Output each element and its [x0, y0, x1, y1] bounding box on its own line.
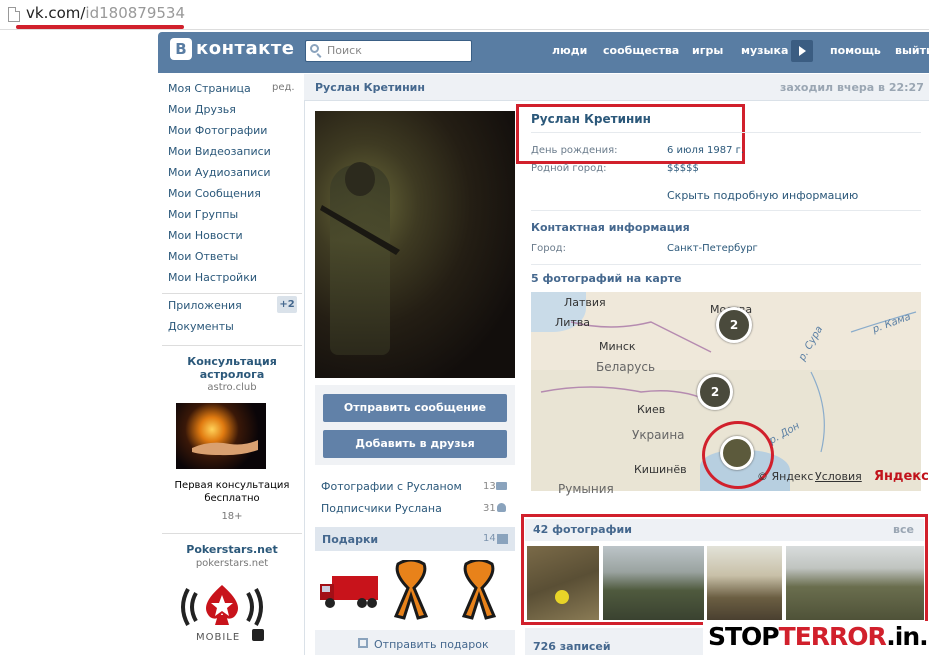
menu-news[interactable]: Мои Новости [168, 229, 243, 242]
contact-title: Контактная информация [531, 221, 690, 234]
followers-count: 31 [483, 503, 496, 514]
followers-link[interactable]: Подписчики Руслана [321, 502, 442, 515]
ad-title-line2[interactable]: астролога [162, 368, 302, 381]
map-cluster-marker[interactable]: 2 [716, 307, 752, 343]
map-label-ukraine: Украина [632, 428, 685, 442]
photos-with-count: 13 [483, 481, 496, 492]
last-seen-status: заходил вчера в 22:27 [780, 81, 924, 94]
gift-truck-icon[interactable] [318, 572, 380, 610]
birthday-label: День рождения: [531, 145, 618, 156]
send-gift-label[interactable]: Отправить подарок [374, 638, 489, 651]
photo-thumbnail[interactable] [707, 546, 782, 620]
nav-music[interactable]: музыка [741, 44, 788, 57]
menu-groups[interactable]: Мои Группы [168, 208, 238, 221]
ad-text-line2: бесплатно [204, 493, 260, 504]
play-icon[interactable] [791, 40, 813, 62]
ad-poker-title[interactable]: Pokerstars.net [162, 543, 302, 556]
nav-communities[interactable]: сообщества [603, 44, 679, 57]
hometown-label: Родной город: [531, 163, 607, 174]
yandex-logo[interactable]: Яндекс [874, 469, 929, 484]
search-placeholder: Поиск [327, 44, 362, 57]
posts-title[interactable]: 726 записей [533, 640, 611, 653]
poker-mobile-label: MOBILE [196, 632, 241, 643]
menu-messages[interactable]: Мои Сообщения [168, 187, 261, 200]
gift-box-icon [358, 638, 368, 648]
city-value[interactable]: Санкт-Петербург [667, 243, 758, 254]
gift-ribbon-icon[interactable] [390, 560, 432, 620]
ad-divider-2 [162, 533, 302, 534]
menu-my-page[interactable]: Моя Страница [168, 82, 251, 95]
profile-header-name: Руслан Кретинин [315, 81, 425, 94]
map-label-lithuania: Литва [555, 316, 591, 329]
photos-all-link[interactable]: все [893, 523, 914, 536]
hometown-value[interactable]: $$$$$ [667, 163, 699, 174]
map-label-minsk: Минск [599, 340, 636, 353]
menu-photos[interactable]: Мои Фотографии [168, 124, 267, 137]
birthday-value[interactable]: 6 июля 1987 г. [667, 145, 744, 156]
edit-link[interactable]: ред. [272, 82, 295, 93]
column-divider [304, 74, 305, 655]
ad-domain: astro.club [207, 382, 257, 393]
menu-settings[interactable]: Мои Настройки [168, 271, 257, 284]
users-icon [497, 503, 506, 512]
map-title[interactable]: 5 фотографий на карте [531, 272, 682, 285]
menu-documents[interactable]: Документы [168, 320, 234, 333]
url-text[interactable]: vk.com/id180879534 [26, 4, 185, 22]
nav-games[interactable]: игры [692, 44, 723, 57]
map-copyright: © Яндекс [757, 470, 814, 483]
menu-friends[interactable]: Мои Друзья [168, 103, 236, 116]
photo-thumbnail[interactable] [603, 546, 704, 620]
map-terms-link[interactable]: Условия [815, 470, 862, 483]
gift-ribbon-icon[interactable] [458, 560, 500, 620]
city-label: Город: [531, 243, 566, 254]
watermark-logo: STOPTERROR.in.ua [708, 622, 929, 651]
camera-icon [496, 482, 507, 490]
menu-answers[interactable]: Мои Ответы [168, 250, 238, 263]
add-friend-button[interactable]: Добавить в друзья [323, 430, 507, 458]
menu-apps[interactable]: Приложения [168, 299, 242, 312]
photos-title[interactable]: 42 фотографии [533, 523, 632, 536]
photos-with-link[interactable]: Фотографии с Русланом [321, 480, 462, 493]
map-label-kyiv: Киев [637, 403, 666, 416]
nav-help[interactable]: помощь [830, 44, 881, 57]
highlight-underline [16, 25, 184, 29]
gift-icon [497, 534, 508, 544]
menu-videos[interactable]: Мои Видеозаписи [168, 145, 271, 158]
map-label-romania: Румыния [558, 482, 614, 496]
ad-text: Первая консультация [174, 480, 290, 491]
map-cluster-marker[interactable]: 2 [697, 374, 733, 410]
nav-logout[interactable]: выйти [895, 44, 929, 57]
ad-title[interactable]: Консультация [162, 355, 302, 368]
menu-divider [162, 293, 302, 294]
map-label-belarus: Беларусь [596, 360, 656, 374]
send-message-button[interactable]: Отправить сообщение [323, 394, 507, 422]
gifts-title[interactable]: Подарки [322, 533, 378, 546]
ad-age: 18+ [221, 511, 243, 522]
profile-name: Руслан Кретинин [531, 112, 651, 126]
apps-badge[interactable]: +2 [277, 296, 297, 313]
map-label-latvia: Латвия [564, 296, 606, 309]
photo-flower [555, 590, 569, 604]
menu-audio[interactable]: Мои Аудиозаписи [168, 166, 271, 179]
photo-figure-head [345, 162, 375, 196]
gifts-count: 14 [483, 533, 496, 544]
info-divider [531, 210, 921, 211]
map-label-chisinau: Кишинёв [634, 463, 687, 476]
photo-thumbnail[interactable] [786, 546, 924, 620]
ad-poker-domain: pokerstars.net [195, 558, 269, 569]
info-divider [531, 264, 921, 265]
nav-people[interactable]: люди [552, 44, 587, 57]
ad-divider [162, 345, 302, 346]
photo-thumbnail[interactable] [527, 546, 599, 620]
info-divider [531, 132, 921, 133]
hand-image [192, 440, 258, 456]
document-icon [8, 7, 20, 22]
hide-info-link[interactable]: Скрыть подробную информацию [667, 189, 858, 202]
vk-logo-icon[interactable]: B [170, 38, 192, 60]
photo-rifle [320, 205, 400, 255]
vk-logo-text[interactable]: контакте [196, 38, 294, 59]
search-icon [310, 44, 319, 53]
